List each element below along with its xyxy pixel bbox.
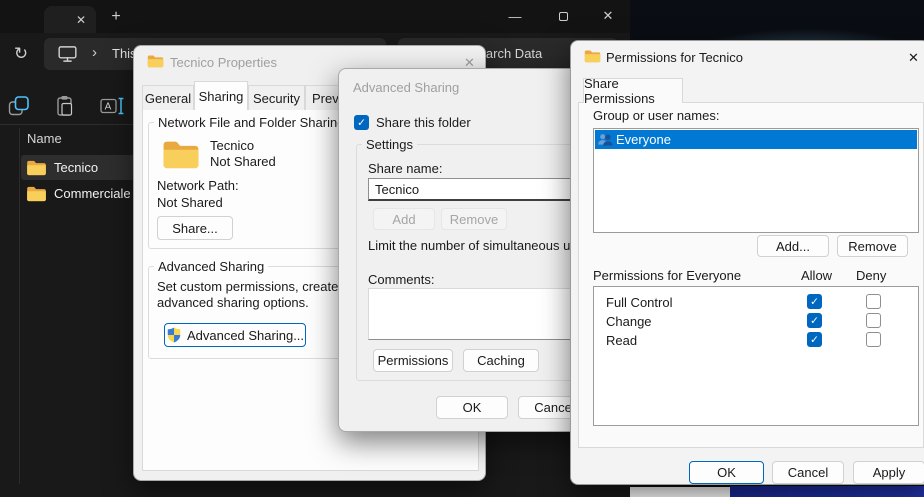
remove-button[interactable]: Remove [837, 235, 908, 257]
permission-row-full-control[interactable]: Full Control ✓ [594, 293, 918, 312]
pane-divider [19, 128, 20, 484]
permission-name: Read [606, 333, 637, 348]
folder-icon-large [162, 138, 200, 170]
permissions-for-label: Permissions for Everyone [593, 268, 741, 283]
remove-share-button[interactable]: Remove [441, 208, 507, 230]
cancel-button[interactable]: Cancel [772, 461, 844, 484]
maximize-button[interactable] [551, 6, 575, 26]
permissions-button[interactable]: Permissions [373, 349, 453, 372]
tab-security[interactable]: Security [248, 85, 305, 110]
advanced-sharing-button-label: Advanced Sharing... [187, 328, 304, 343]
group-row-everyone[interactable]: Everyone [595, 130, 917, 149]
deny-checkbox[interactable] [866, 313, 881, 328]
add-button[interactable]: Add... [757, 235, 829, 257]
share-this-folder-checkbox[interactable]: ✓ [354, 115, 369, 130]
share-this-folder-label: Share this folder [376, 115, 471, 130]
dialog-title: Advanced Sharing [353, 80, 459, 95]
ok-button[interactable]: OK [689, 461, 764, 484]
permissions-listbox[interactable]: Full Control ✓ Change ✓ Read ✓ [593, 286, 919, 426]
tab-general[interactable]: General [142, 85, 194, 110]
apply-button[interactable]: Apply [853, 461, 924, 484]
group-names-listbox[interactable]: Everyone [593, 128, 919, 233]
settings-legend: Settings [362, 137, 417, 152]
share-button[interactable]: Share... [157, 216, 233, 240]
uac-shield-icon [166, 327, 182, 343]
group-name: Everyone [616, 132, 671, 147]
advanced-sharing-legend: Advanced Sharing [154, 259, 268, 274]
advanced-sharing-button[interactable]: Advanced Sharing... [164, 323, 306, 347]
file-name: Tecnico [54, 160, 98, 175]
paste-icon[interactable] [54, 95, 76, 117]
allow-checkbox[interactable]: ✓ [807, 313, 822, 328]
folder-icon [147, 54, 164, 68]
file-name: Commerciale [54, 186, 131, 201]
share-folder-name: Tecnico [210, 138, 254, 153]
group-user-names-label: Group or user names: [593, 108, 719, 123]
close-icon[interactable]: ✕ [908, 50, 919, 66]
refresh-icon[interactable]: ↻ [8, 42, 34, 66]
group-people-icon [597, 132, 614, 147]
folder-icon [584, 49, 601, 63]
tab-share-permissions[interactable]: Share Permissions [583, 78, 683, 103]
advanced-sharing-description-2: advanced sharing options. [157, 295, 309, 310]
this-pc-icon [58, 45, 77, 63]
column-header-name[interactable]: Name [27, 131, 62, 146]
explorer-tab-bar: ✕ + — ✕ [0, 0, 630, 33]
network-path-value: Not Shared [157, 195, 223, 210]
minimize-button[interactable]: — [503, 6, 527, 26]
permission-row-change[interactable]: Change ✓ [594, 312, 918, 331]
deny-checkbox[interactable] [866, 294, 881, 309]
dialog-title: Permissions for Tecnico [606, 50, 743, 65]
caching-button[interactable]: Caching [463, 349, 539, 372]
tab-close-icon[interactable]: ✕ [72, 11, 90, 29]
desktop: { "glyphs": { "close": "✕", "minimize": … [0, 0, 924, 497]
deny-column-header: Deny [856, 268, 886, 283]
permissions-dialog: Permissions for Tecnico ✕ Share Permissi… [570, 40, 924, 485]
folder-icon [26, 159, 47, 176]
folder-icon [26, 185, 47, 202]
breadcrumb-chevron-icon: › [92, 44, 97, 61]
ok-button[interactable]: OK [436, 396, 508, 419]
permission-row-read[interactable]: Read ✓ [594, 331, 918, 350]
allow-checkbox[interactable]: ✓ [807, 332, 822, 347]
dialog-title: Tecnico Properties [170, 55, 277, 70]
tab-sharing[interactable]: Sharing [194, 81, 248, 110]
copy-icon[interactable] [8, 95, 30, 117]
rename-icon[interactable]: A [100, 95, 125, 117]
deny-checkbox[interactable] [866, 332, 881, 347]
share-name-label: Share name: [368, 161, 442, 176]
network-sharing-legend: Network File and Folder Sharing [154, 115, 348, 130]
explorer-active-tab[interactable]: ✕ [44, 6, 96, 33]
wallpaper-strip-blue [730, 486, 924, 497]
svg-text:A: A [105, 102, 112, 113]
allow-column-header: Allow [801, 268, 832, 283]
comments-label: Comments: [368, 272, 434, 287]
permission-name: Change [606, 314, 652, 329]
network-path-label: Network Path: [157, 178, 239, 193]
allow-checkbox[interactable]: ✓ [807, 294, 822, 309]
close-button[interactable]: ✕ [596, 6, 620, 26]
permission-name: Full Control [606, 295, 672, 310]
new-tab-button[interactable]: + [106, 6, 126, 28]
wallpaper-strip-white [628, 487, 730, 497]
maximize-icon [559, 12, 568, 21]
add-share-button[interactable]: Add [373, 208, 435, 230]
desktop-glow [630, 0, 924, 42]
share-folder-status: Not Shared [210, 154, 276, 169]
